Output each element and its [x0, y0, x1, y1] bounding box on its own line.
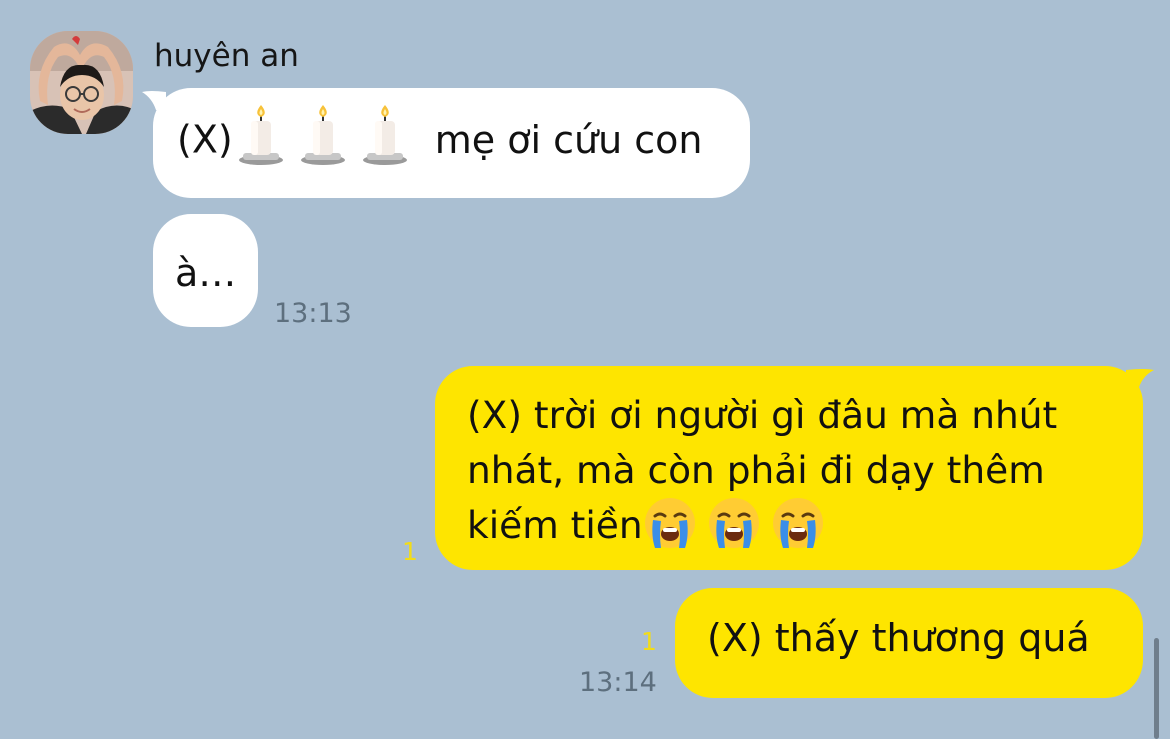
candle-icon — [357, 103, 413, 167]
outgoing-message-bubble[interactable]: (X) thấy thương quá — [675, 588, 1143, 698]
message-text: à… — [175, 251, 237, 295]
unread-count: 1 — [641, 627, 657, 656]
loudly-crying-face-icon — [707, 496, 761, 550]
outgoing-message-bubble[interactable]: (X) trời ơi người gì đâu mà nhút nhát, m… — [435, 366, 1143, 570]
loudly-crying-face-icon — [771, 496, 825, 550]
message-line: kiếm tiền — [467, 503, 643, 547]
message-text: (X) thấy thương quá — [707, 616, 1090, 660]
message-text: mẹ ơi cứu con — [434, 117, 703, 162]
incoming-message-bubble[interactable]: à… — [153, 214, 258, 327]
unread-count: 1 — [402, 537, 418, 566]
loudly-crying-face-icon — [643, 496, 697, 550]
message-timestamp: 13:13 — [274, 298, 352, 329]
message-line: (X) trời ơi người gì đâu mà nhút — [467, 393, 1058, 437]
message-timestamp: 13:14 — [579, 667, 657, 698]
message-line-with-emoji: kiếm tiền — [467, 498, 1143, 553]
incoming-message-bubble[interactable]: (X) mẹ ơi cứu con — [153, 88, 750, 198]
avatar[interactable] — [30, 31, 133, 134]
candle-icon — [295, 103, 351, 167]
message-text: (X) — [177, 117, 233, 162]
candle-icon — [233, 103, 289, 167]
sender-name: huyên an — [154, 38, 299, 74]
profile-photo-icon — [30, 31, 133, 134]
message-line: nhát, mà còn phải đi dạy thêm — [467, 448, 1045, 492]
scrollbar[interactable] — [1154, 638, 1159, 739]
